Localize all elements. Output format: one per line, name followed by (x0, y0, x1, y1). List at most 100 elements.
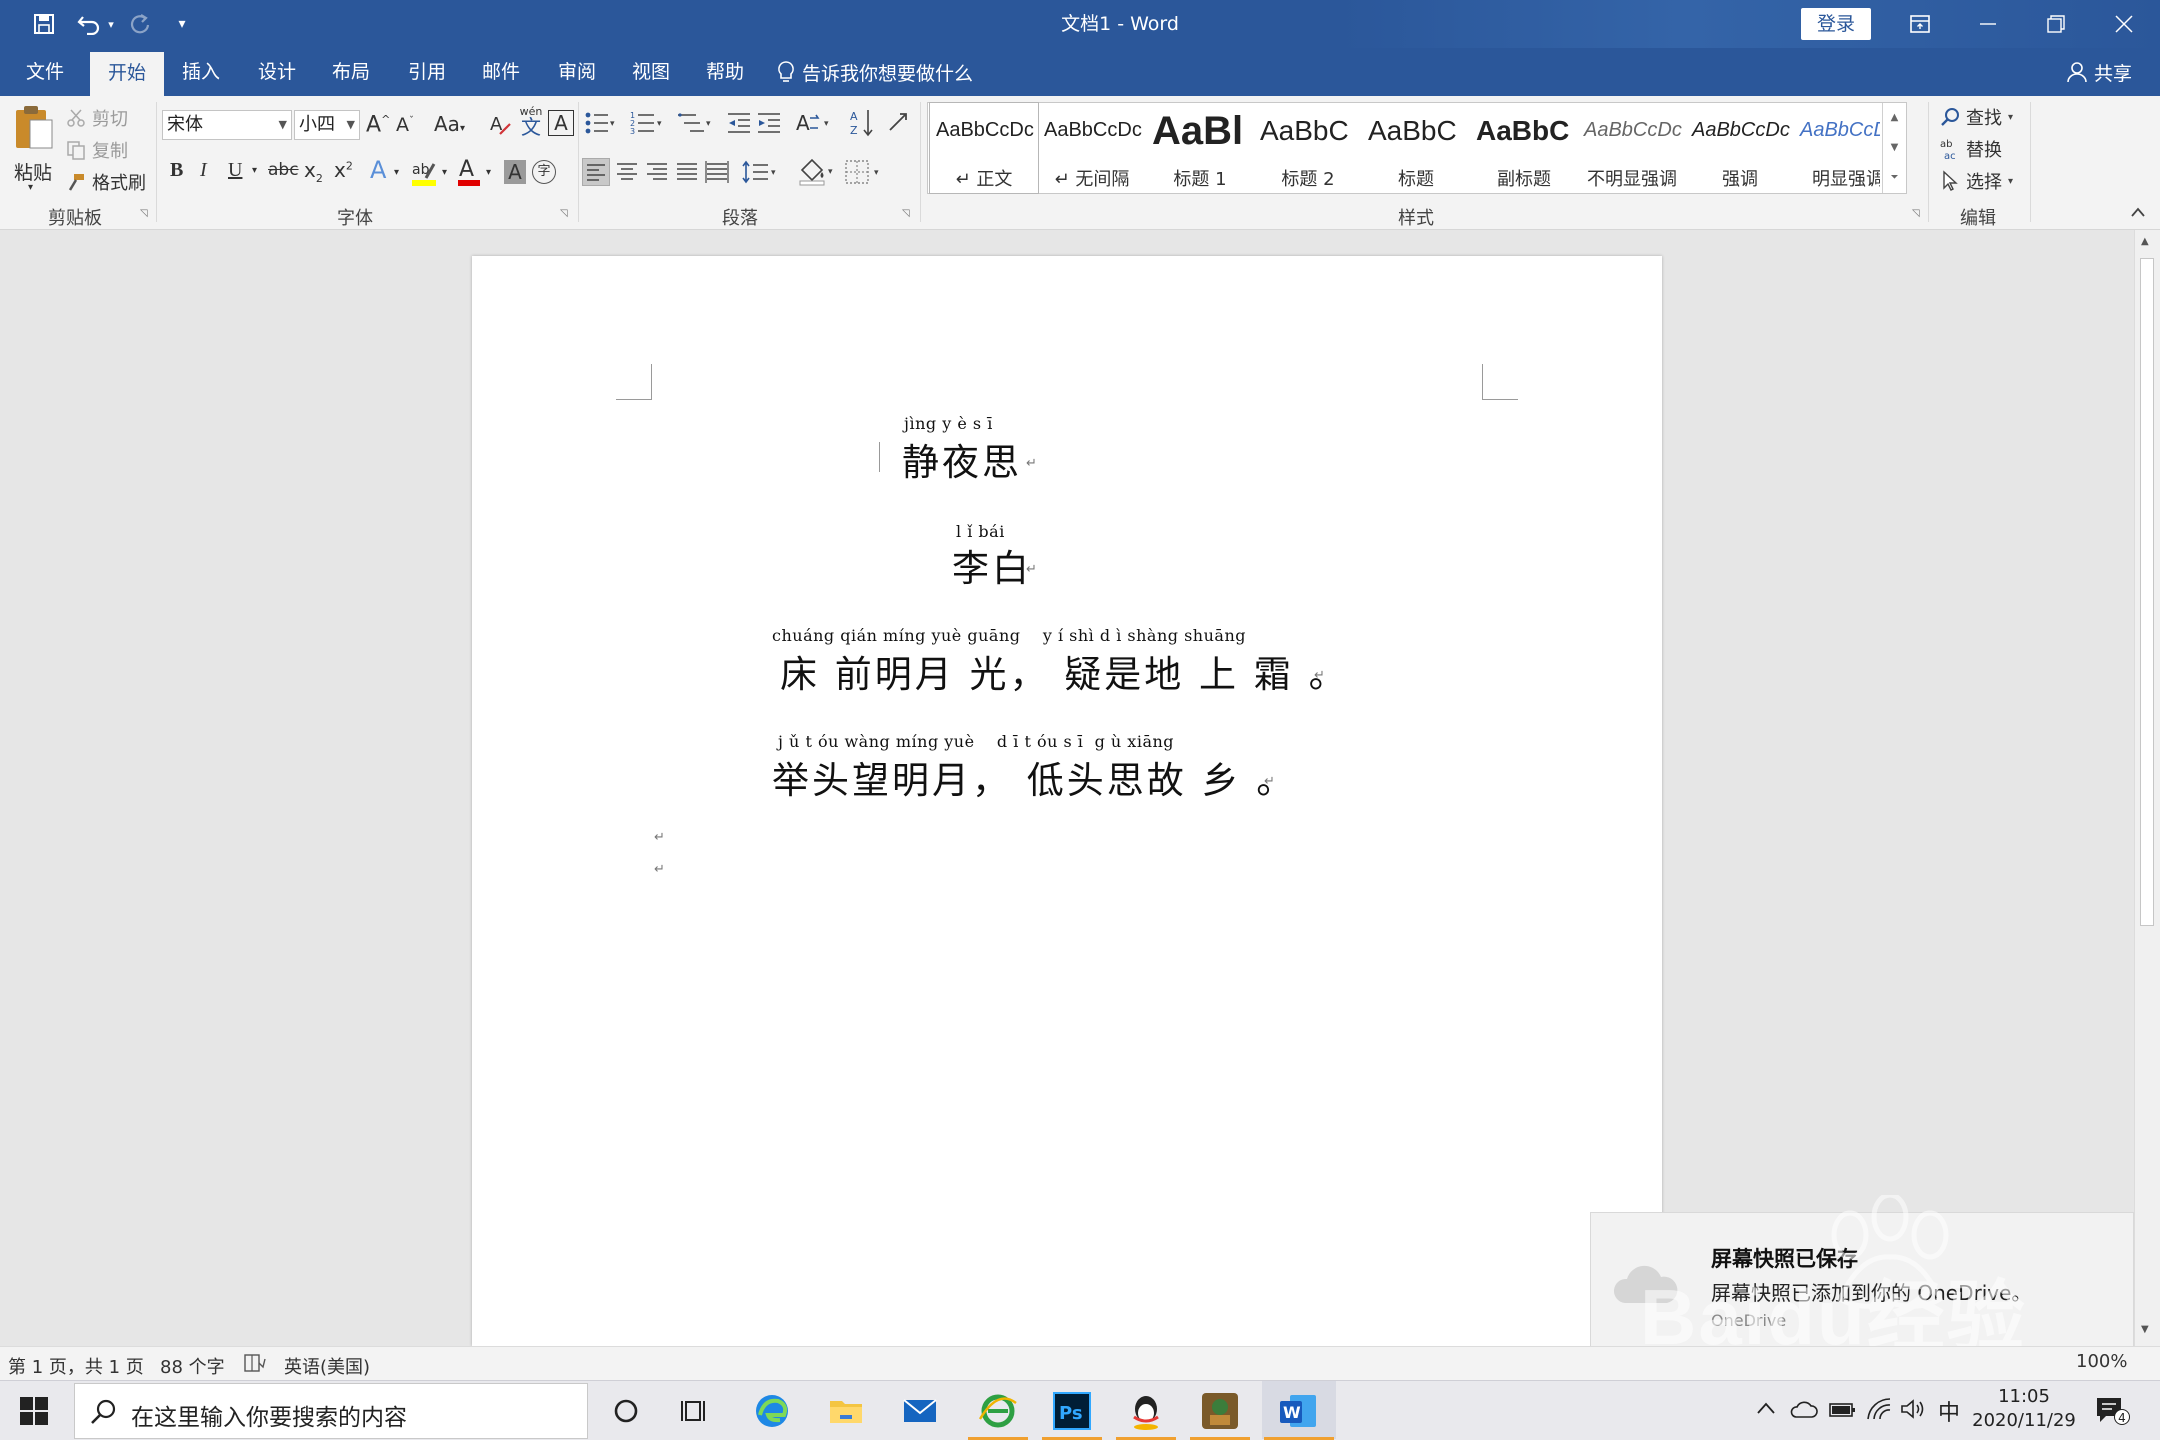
qq-icon[interactable] (1124, 1389, 1168, 1433)
cut-button[interactable]: 剪切 (66, 106, 128, 130)
clear-formatting-icon[interactable]: A (488, 112, 512, 136)
styles-launcher-icon[interactable]: ◹ (1912, 208, 1920, 219)
phonetic-guide-button[interactable]: wén 文 (518, 106, 544, 137)
font-size-combo[interactable]: 小四 ▼ (294, 110, 360, 140)
ribbon-display-options-icon[interactable] (1894, 0, 1946, 48)
asian-layout-icon[interactable]: A ▾ (796, 110, 836, 136)
align-center-button[interactable] (614, 158, 640, 186)
text-effects-dropdown-icon[interactable]: ▾ (394, 168, 399, 178)
select-button[interactable]: 选择 ▾ (1940, 168, 2013, 194)
tab-file[interactable]: 文件 (10, 48, 80, 96)
character-shading-icon[interactable]: A (504, 160, 526, 184)
page-count[interactable]: 第 1 页，共 1 页 (8, 1353, 144, 1379)
photoshop-icon[interactable]: Ps (1050, 1389, 1094, 1433)
customize-qat-icon[interactable]: ▾ (170, 0, 194, 48)
font-name-combo[interactable]: 宋体 ▼ (162, 110, 292, 140)
poem-line-2[interactable]: 举头望明月， 低头思故 乡 。 (772, 750, 1296, 804)
tab-home[interactable]: 开始 (90, 52, 164, 96)
share-button[interactable]: 共享 (2066, 48, 2132, 96)
game-app-icon[interactable] (1198, 1389, 1242, 1433)
find-button[interactable]: 查找 ▾ (1940, 104, 2013, 130)
superscript-icon[interactable]: x2 (334, 160, 353, 180)
multilevel-list-icon[interactable]: ▾ (676, 110, 714, 136)
restore-icon[interactable] (2030, 0, 2082, 48)
style-title[interactable]: AaBbC 标题 (1362, 103, 1470, 193)
styles-more-icon[interactable]: ⏷ (1883, 163, 1906, 193)
file-explorer-icon[interactable] (824, 1389, 868, 1433)
document-page[interactable]: jìng y è s ī 静夜思 ↵ l ǐ bái 李白 ↵ chuáng q… (472, 256, 1662, 1346)
tab-review[interactable]: 审阅 (542, 48, 612, 96)
style-normal[interactable]: AaBbCcDc ↵ 正文 (929, 102, 1039, 194)
font-color-dropdown-icon[interactable]: ▾ (486, 168, 491, 178)
clipboard-launcher-icon[interactable]: ◹ (140, 208, 148, 219)
paragraph-launcher-icon[interactable]: ◹ (902, 208, 910, 219)
volume-icon[interactable] (1900, 1397, 1926, 1421)
numbering-icon[interactable]: 1 2 3 ▾ (630, 110, 666, 136)
underline-dropdown-icon[interactable]: ▾ (252, 166, 257, 176)
tab-help[interactable]: 帮助 (690, 48, 760, 96)
enclose-characters-icon[interactable]: 字 (532, 160, 556, 184)
style-heading-2[interactable]: AaBbC 标题 2 (1254, 103, 1362, 193)
language-indicator[interactable]: 英语(美国) (284, 1353, 370, 1379)
tell-me-search[interactable]: 告诉我你想要做什么 (776, 48, 973, 96)
italic-button[interactable]: I (200, 160, 207, 180)
chevron-down-icon[interactable]: ▼ (1883, 133, 1906, 163)
styles-scroll[interactable]: ▲ ▼ ⏷ (1882, 103, 1906, 193)
tray-overflow-icon[interactable] (1756, 1401, 1776, 1415)
minimize-icon[interactable] (1962, 0, 2014, 48)
style-subtle-emphasis[interactable]: AaBbCcDc 不明显强调 (1578, 103, 1686, 193)
close-icon[interactable] (2098, 0, 2150, 48)
word-count[interactable]: 88 个字 (160, 1353, 225, 1379)
tab-design[interactable]: 设计 (242, 48, 312, 96)
ie-browser-icon[interactable] (976, 1389, 1020, 1433)
bullets-icon[interactable]: ▾ (584, 110, 618, 136)
mail-icon[interactable] (898, 1389, 942, 1433)
strikethrough-button[interactable]: abc (268, 162, 299, 179)
decrease-indent-icon[interactable] (726, 110, 752, 136)
undo-dropdown-icon[interactable]: ▾ (104, 0, 118, 48)
poem-line-1[interactable]: 床 前明月 光， 疑是地 上 霜 。 (780, 644, 1349, 698)
style-emphasis[interactable]: AaBbCcDc 强调 (1686, 103, 1794, 193)
tab-mailings[interactable]: 邮件 (466, 48, 536, 96)
action-center-icon[interactable]: 4 (2094, 1395, 2130, 1427)
align-left-button[interactable] (582, 158, 610, 186)
show-formatting-marks-icon[interactable] (886, 110, 910, 136)
highlight-dropdown-icon[interactable]: ▾ (442, 168, 447, 178)
font-launcher-icon[interactable]: ◹ (560, 208, 568, 219)
scroll-down-icon[interactable]: ▼ (2141, 1324, 2149, 1335)
bold-button[interactable]: B (170, 160, 183, 180)
proofing-icon[interactable] (244, 1353, 266, 1373)
login-button[interactable]: 登录 (1801, 8, 1871, 40)
style-heading-1[interactable]: AaBl 标题 1 (1146, 103, 1254, 193)
style-subtitle[interactable]: AaBbC 副标题 (1470, 103, 1578, 193)
ime-indicator[interactable]: 中 (1938, 1395, 1960, 1427)
vertical-scrollbar[interactable]: ▲ ▼ (2134, 230, 2160, 1346)
shading-icon[interactable]: ▾ (798, 156, 838, 186)
scrollbar-thumb[interactable] (2140, 258, 2154, 926)
tab-view[interactable]: 视图 (616, 48, 686, 96)
subscript-icon[interactable]: x2 (304, 160, 323, 184)
increase-indent-icon[interactable] (756, 110, 782, 136)
borders-icon[interactable]: ▾ (844, 158, 884, 186)
windows-start-icon[interactable] (20, 1397, 48, 1425)
scroll-up-icon[interactable]: ▲ (2141, 236, 2149, 247)
highlight-color-icon[interactable]: ab (410, 158, 438, 188)
cortana-icon[interactable] (604, 1389, 648, 1433)
tab-insert[interactable]: 插入 (166, 48, 236, 96)
text-effects-icon[interactable]: A (370, 158, 386, 182)
change-case-button[interactable]: Aa▾ (434, 114, 465, 134)
grow-font-icon[interactable]: A^ (366, 114, 390, 136)
system-clock[interactable]: 11:05 2020/11/29 (1964, 1385, 2084, 1433)
align-right-button[interactable] (644, 158, 670, 186)
edge-browser-icon[interactable] (750, 1389, 794, 1433)
collapse-ribbon-icon[interactable] (2130, 206, 2146, 218)
sort-icon[interactable]: AZ (850, 108, 874, 138)
taskbar-search-box[interactable]: 在这里输入你要搜索的内容 (74, 1383, 588, 1439)
word-icon[interactable]: W (1276, 1389, 1320, 1433)
font-color-icon[interactable]: A (456, 156, 482, 188)
format-painter-button[interactable]: 格式刷 (66, 170, 146, 194)
wifi-icon[interactable] (1866, 1397, 1892, 1421)
shrink-font-icon[interactable]: Aˇ (396, 116, 414, 135)
chevron-up-icon[interactable]: ▲ (1883, 103, 1906, 133)
poem-title[interactable]: 静夜思 (902, 432, 1022, 486)
